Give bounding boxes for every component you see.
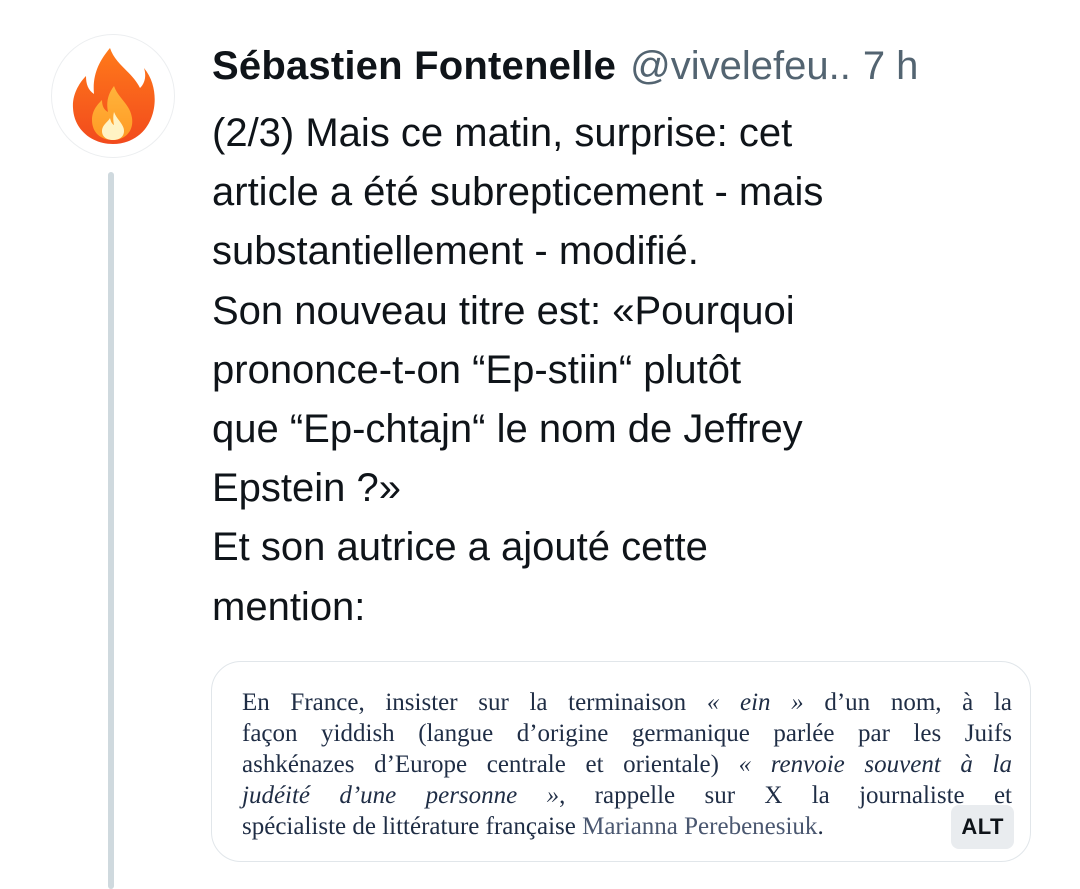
alt-badge[interactable]: ALT — [951, 805, 1014, 849]
excerpt-italic: « renvoie souvent à la — [738, 751, 1012, 778]
avatar[interactable] — [51, 34, 175, 158]
tweet-text-line: Son nouveau titre est: «Pourquoi — [212, 288, 795, 333]
tweet-text-line: Et son autrice a ajouté cette — [212, 525, 708, 570]
excerpt-text: d’un nom, à la — [803, 689, 1012, 716]
fire-icon — [72, 48, 155, 144]
excerpt-text: ashkénazes d’Europe centrale et oriental… — [242, 751, 739, 778]
thread-line — [108, 172, 114, 889]
excerpt-text: En France, insister sur la terminaison — [242, 689, 707, 716]
excerpt-italic: « ein » — [706, 689, 804, 716]
tweet-text-line: mention: — [212, 584, 366, 629]
excerpt-line: judéité d’une personne », rappelle sur X… — [242, 780, 1012, 811]
excerpt-text: , rappelle sur X la journaliste et — [559, 782, 1012, 809]
excerpt-line: En France, insister sur la terminaison «… — [242, 687, 1012, 718]
tweet-text-line: que “Ep-chtajn“ le nom de Jeffrey — [212, 407, 803, 452]
excerpt-text: . — [817, 813, 824, 840]
tweet-header: Sébastien Fontenelle @vivelefeu.. 7 h — [212, 38, 918, 94]
excerpt-line: façon yiddish (langue d’origine germaniq… — [242, 718, 1012, 749]
media-image[interactable]: En France, insister sur la terminaison «… — [211, 661, 1031, 862]
user-handle[interactable]: @vivelefeu.. — [630, 38, 851, 94]
excerpt-line: spécialiste de littérature française Mar… — [242, 811, 1012, 842]
tweet-text: (2/3) Mais ce matin, surprise: cet artic… — [212, 104, 1032, 637]
excerpt-line: ashkénazes d’Europe centrale et oriental… — [242, 749, 1012, 780]
tweet-text-line: Epstein ?» — [212, 466, 402, 511]
tweet-text-line: (2/3) Mais ce matin, surprise: cet — [212, 111, 793, 155]
tweet-text-line: article a été subrepticement - mais — [212, 170, 824, 215]
timestamp[interactable]: 7 h — [863, 38, 919, 94]
tweet-text-line: substantiellement - modifié. — [212, 229, 699, 274]
display-name[interactable]: Sébastien Fontenelle — [212, 38, 616, 94]
excerpt-text: spécialiste de littérature française — [242, 813, 583, 840]
tweet-text-line: prononce-t-on “Ep-stiin“ plutôt — [212, 347, 742, 392]
excerpt-text: façon yiddish (langue d’origine germaniq… — [242, 720, 1012, 747]
excerpt-author-name: Marianna Perebenesiuk — [582, 813, 818, 840]
excerpt-italic: judéité d’une personne » — [242, 782, 560, 809]
quoted-article-excerpt: En France, insister sur la terminaison «… — [242, 687, 1012, 842]
